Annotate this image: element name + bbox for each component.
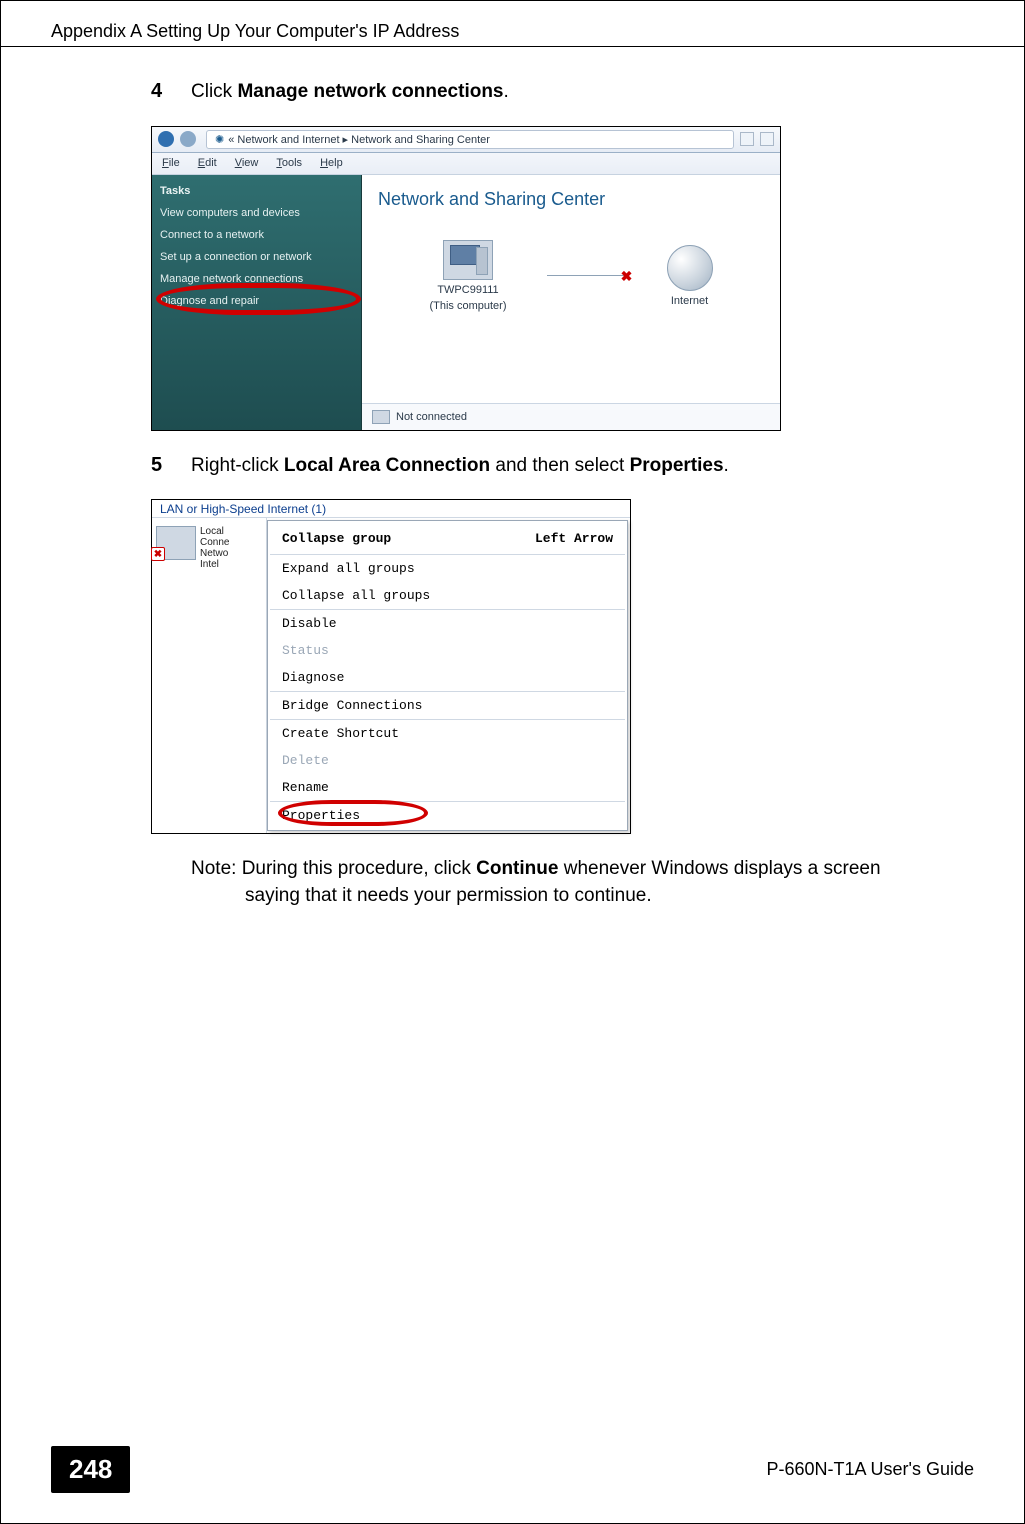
menu-rename[interactable]: Rename [268,774,627,801]
lan-l4: Intel [200,559,229,570]
local-area-connection[interactable]: ✖ Local Conne Netwo Intel [156,526,262,570]
menu-edit[interactable]: Edit [198,157,217,169]
step-4: 4 Click Manage network connections. ✺ « … [151,79,964,431]
lan-l1: Local [200,526,229,537]
connections-pane: ✖ Local Conne Netwo Intel [152,518,267,833]
menu-help[interactable]: Help [320,157,343,169]
lan-icon: ✖ [156,526,196,560]
status-bar: Not connected [362,403,780,430]
page: Appendix A Setting Up Your Computer's IP… [0,0,1025,1524]
figure2-body: ✖ Local Conne Netwo Intel Col [152,518,630,833]
vista-menubar: File Edit View Tools Help [152,153,780,175]
disconnected-x-icon: ✖ [619,268,635,284]
computer-name: TWPC99111 [437,284,498,296]
note-line1-pre: Note: During this procedure, click [191,858,476,879]
nav-fwd-icon[interactable] [180,131,196,147]
note-line1-post: whenever Windows displays a screen [558,858,880,879]
step-5-mid: and then select [490,455,629,476]
note-block: Note: During this procedure, click Conti… [191,856,964,909]
red-circle-properties [278,800,428,826]
red-circle-highlight [156,283,361,315]
sidebar-item-setup[interactable]: Set up a connection or network [160,251,353,263]
step-5-post: . [724,455,729,476]
status-icon [372,410,390,424]
step-4-bold: Manage network connections [237,81,503,102]
page-content: 4 Click Manage network connections. ✺ « … [1,49,1024,909]
step-4-text: Click Manage network connections. [191,79,509,106]
page-number: 248 [51,1446,130,1493]
tasks-title: Tasks [160,185,353,197]
menu-diagnose[interactable]: Diagnose [268,664,627,691]
breadcrumb-text: « Network and Internet ▸ Network and Sha… [228,133,490,146]
connection-line: ✖ [547,275,627,276]
panel-title: Network and Sharing Center [378,189,764,210]
tasks-sidebar: Tasks View computers and devices Connect… [152,175,362,430]
internet-label: Internet [671,295,708,307]
menu-delete: Delete [268,747,627,774]
dropdown-icon[interactable] [740,132,754,146]
vista-titlebar: ✺ « Network and Internet ▸ Network and S… [152,127,780,153]
vista-body: Tasks View computers and devices Connect… [152,175,780,430]
computer-node: TWPC99111 (This computer) [429,240,506,312]
guide-name: P-660N-T1A User's Guide [766,1459,974,1480]
menu-shortcut[interactable]: Create Shortcut [268,720,627,747]
breadcrumb[interactable]: ✺ « Network and Internet ▸ Network and S… [206,130,734,149]
menu-collapse-group[interactable]: Collapse group [282,531,391,546]
step-4-number: 4 [151,80,173,103]
menu-expand-all[interactable]: Expand all groups [268,555,627,582]
menu-status: Status [268,637,627,664]
appendix-title: Appendix A Setting Up Your Computer's IP… [51,21,459,42]
note-line2: saying that it needs your permission to … [191,883,964,910]
network-diagram: TWPC99111 (This computer) ✖ Internet [378,240,764,312]
page-footer: 248 P-660N-T1A User's Guide [1,1446,1024,1493]
note-line1-bold: Continue [476,858,558,879]
step-5-text: Right-click Local Area Connection and th… [191,453,729,480]
menu-bridge[interactable]: Bridge Connections [268,692,627,719]
lan-disabled-x-icon: ✖ [151,547,165,561]
step-5-bold2: Properties [630,455,724,476]
status-text: Not connected [396,411,467,423]
computer-sub: (This computer) [429,300,506,312]
sidebar-item-connect[interactable]: Connect to a network [160,229,353,241]
step-4-post: . [504,81,509,102]
page-header: Appendix A Setting Up Your Computer's IP… [1,1,1024,47]
menu-disable[interactable]: Disable [268,610,627,637]
menu-view[interactable]: View [235,157,259,169]
step-4-pre: Click [191,81,237,102]
group-label: LAN or High-Speed Internet (1) [152,500,630,518]
menu-left-arrow: Left Arrow [535,531,613,546]
step-5: 5 Right-click Local Area Connection and … [151,453,964,835]
lan-l3: Netwo [200,548,229,559]
main-panel: Network and Sharing Center TWPC99111 (Th… [362,175,780,430]
step-5-pre: Right-click [191,455,284,476]
menu-tools[interactable]: Tools [276,157,302,169]
sidebar-item-view-computers[interactable]: View computers and devices [160,207,353,219]
step-5-number: 5 [151,454,173,477]
menu-file[interactable]: File [162,157,180,169]
step-5-bold1: Local Area Connection [284,455,490,476]
lan-l2: Conne [200,537,229,548]
menu-collapse-all[interactable]: Collapse all groups [268,582,627,609]
globe-icon [667,245,713,291]
lan-text: Local Conne Netwo Intel [200,526,229,570]
context-menu: Collapse group Left Arrow Expand all gro… [267,520,628,831]
computer-icon [443,240,493,280]
nav-back-icon[interactable] [158,131,174,147]
figure-network-sharing-center: ✺ « Network and Internet ▸ Network and S… [151,126,781,431]
internet-node: Internet [667,245,713,307]
figure-context-menu: LAN or High-Speed Internet (1) ✖ Local C… [151,499,631,834]
search-icon[interactable] [760,132,774,146]
